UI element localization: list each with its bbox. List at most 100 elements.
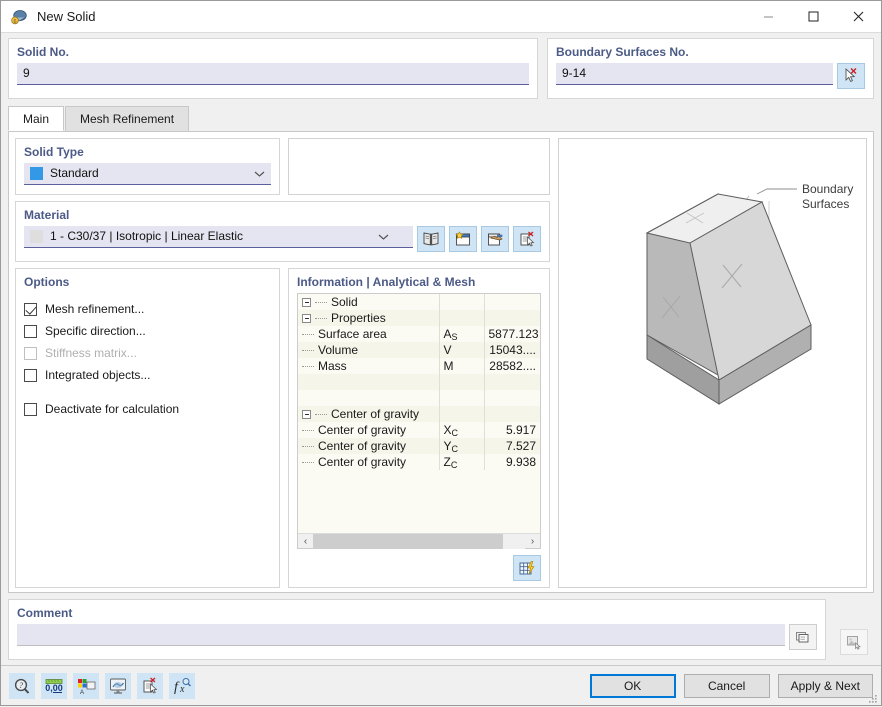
solid-type-label: Solid Type <box>24 145 271 159</box>
new-material-icon[interactable] <box>449 226 477 252</box>
tree-value: 15043.... <box>484 342 540 358</box>
boundary-surfaces-label: Boundary Surfaces No. <box>556 45 865 59</box>
option-label: Mesh refinement... <box>45 302 144 316</box>
checkbox-icon[interactable] <box>24 325 37 338</box>
display-properties-icon[interactable]: A <box>73 673 99 699</box>
material-library-icon[interactable] <box>417 226 445 252</box>
checkbox-icon[interactable] <box>24 303 37 316</box>
delete-object-icon[interactable] <box>137 673 163 699</box>
options-group: Options Mesh refinement... Specific dire… <box>15 268 280 588</box>
view-settings-icon[interactable] <box>105 673 131 699</box>
checkbox-icon[interactable] <box>24 403 37 416</box>
chevron-down-icon <box>254 163 265 184</box>
information-tree[interactable]: Solid <box>297 293 541 549</box>
scroll-left-arrow-icon[interactable]: ‹ <box>298 536 313 547</box>
minimize-button[interactable] <box>746 1 791 33</box>
cancel-button[interactable]: Cancel <box>684 674 770 698</box>
solid-type-preview-panel <box>288 138 550 195</box>
tree-symbol <box>439 310 484 326</box>
tree-row-root[interactable]: Solid <box>298 294 540 310</box>
tree-symbol: XC <box>439 422 484 438</box>
tree-symbol: AS <box>439 326 484 342</box>
option-mesh-refinement[interactable]: Mesh refinement... <box>24 298 271 320</box>
option-integrated-objects[interactable]: Integrated objects... <box>24 364 271 386</box>
collapse-icon[interactable] <box>302 410 311 419</box>
tree-node-label: Properties <box>331 311 386 325</box>
option-specific-direction[interactable]: Specific direction... <box>24 320 271 342</box>
tree-value <box>484 310 540 326</box>
collapse-icon[interactable] <box>302 314 311 323</box>
maximize-button[interactable] <box>791 1 836 33</box>
tree-row[interactable]: Center of gravity YC 7.527 <box>298 438 540 454</box>
tree-row[interactable]: Surface area AS 5877.123 <box>298 326 540 342</box>
tree-row-group[interactable]: Properties <box>298 310 540 326</box>
comment-input[interactable] <box>17 624 785 646</box>
formula-icon[interactable]: f x <box>169 673 195 699</box>
tab-mesh-refinement[interactable]: Mesh Refinement <box>65 106 189 131</box>
tree-row[interactable]: Center of gravity XC 5.917 <box>298 422 540 438</box>
annotation-line-1: Boundary <box>802 182 853 196</box>
tree-value: 28582.... <box>484 358 540 374</box>
collapse-icon[interactable] <box>302 298 311 307</box>
mesh-settings-icon[interactable] <box>513 555 541 581</box>
top-fields-row: Solid No. 9 Boundary Surfaces No. 9-14 <box>1 33 881 99</box>
option-label: Integrated objects... <box>45 368 150 382</box>
wedge-solid-preview: Boundary Surfaces <box>559 139 866 587</box>
svg-text:0,00: 0,00 <box>45 683 63 693</box>
scrollbar-thumb[interactable] <box>313 534 503 549</box>
delete-material-icon[interactable] <box>513 226 541 252</box>
tree-connector <box>315 414 327 415</box>
tab-main[interactable]: Main <box>8 106 64 131</box>
material-combobox[interactable]: 1 - C30/37 | Isotropic | Linear Elastic <box>24 226 413 248</box>
material-label: Material <box>24 208 541 222</box>
tree-symbol: ZC <box>439 454 484 470</box>
checkbox-icon[interactable] <box>24 369 37 382</box>
decimal-places-icon[interactable]: 0,00 <box>41 673 67 699</box>
tree-connector <box>315 302 327 303</box>
solid-no-group: Solid No. 9 <box>8 38 538 99</box>
tree-symbol <box>439 294 484 310</box>
select-cursor-icon[interactable] <box>837 63 865 89</box>
svg-text:6: 6 <box>13 19 16 25</box>
boundary-surfaces-input[interactable]: 9-14 <box>556 63 833 85</box>
tree-row[interactable]: Volume V 15043.... <box>298 342 540 358</box>
tree-symbol <box>439 406 484 422</box>
option-label: Stiffness matrix... <box>45 346 137 360</box>
edit-material-icon[interactable] <box>481 226 509 252</box>
option-stiffness-matrix: Stiffness matrix... <box>24 342 271 364</box>
solid-type-combobox[interactable]: Standard <box>24 163 271 185</box>
tree-row[interactable]: Center of gravity ZC 9.938 <box>298 454 540 470</box>
scroll-right-arrow-icon[interactable]: › <box>525 536 540 547</box>
tree-row[interactable]: Mass M 28582.... <box>298 358 540 374</box>
options-information-row: Options Mesh refinement... Specific dire… <box>15 268 550 588</box>
tree-symbol: YC <box>439 438 484 454</box>
tree-connector <box>302 446 314 447</box>
comment-label: Comment <box>17 606 817 620</box>
tree-connector <box>302 334 314 335</box>
image-tool-icon[interactable] <box>840 629 868 655</box>
resize-grip[interactable] <box>868 693 878 703</box>
solid-preview-panel[interactable]: Boundary Surfaces <box>558 138 867 588</box>
svg-text:?: ? <box>19 681 23 690</box>
tree-spacer-row <box>298 390 540 406</box>
new-solid-dialog: 6 New Solid Solid No. 9 Boundary Surface… <box>0 0 882 706</box>
solid-no-input[interactable]: 9 <box>17 63 529 85</box>
tree-row-group[interactable]: Center of gravity <box>298 406 540 422</box>
tree-spacer-row <box>298 374 540 390</box>
comment-list-icon[interactable] <box>789 624 817 650</box>
option-deactivate-for-calculation[interactable]: Deactivate for calculation <box>24 398 271 420</box>
tree-value: 9.938 <box>484 454 540 470</box>
ok-button[interactable]: OK <box>590 674 676 698</box>
tree-node-label: Solid <box>331 295 358 309</box>
solid-type-row: Solid Type Standard <box>15 138 550 195</box>
apply-next-button[interactable]: Apply & Next <box>778 674 873 698</box>
tree-horizontal-scrollbar[interactable]: ‹ › <box>298 533 540 548</box>
close-button[interactable] <box>836 1 881 33</box>
checkbox-icon <box>24 347 37 360</box>
boundary-surfaces-group: Boundary Surfaces No. 9-14 <box>547 38 874 99</box>
info-magnifier-icon[interactable]: ? <box>9 673 35 699</box>
information-label: Information | Analytical & Mesh <box>297 275 541 289</box>
scrollbar-track[interactable] <box>313 534 525 549</box>
tree-value: 5.917 <box>484 422 540 438</box>
solid-type-color-swatch <box>30 167 43 180</box>
